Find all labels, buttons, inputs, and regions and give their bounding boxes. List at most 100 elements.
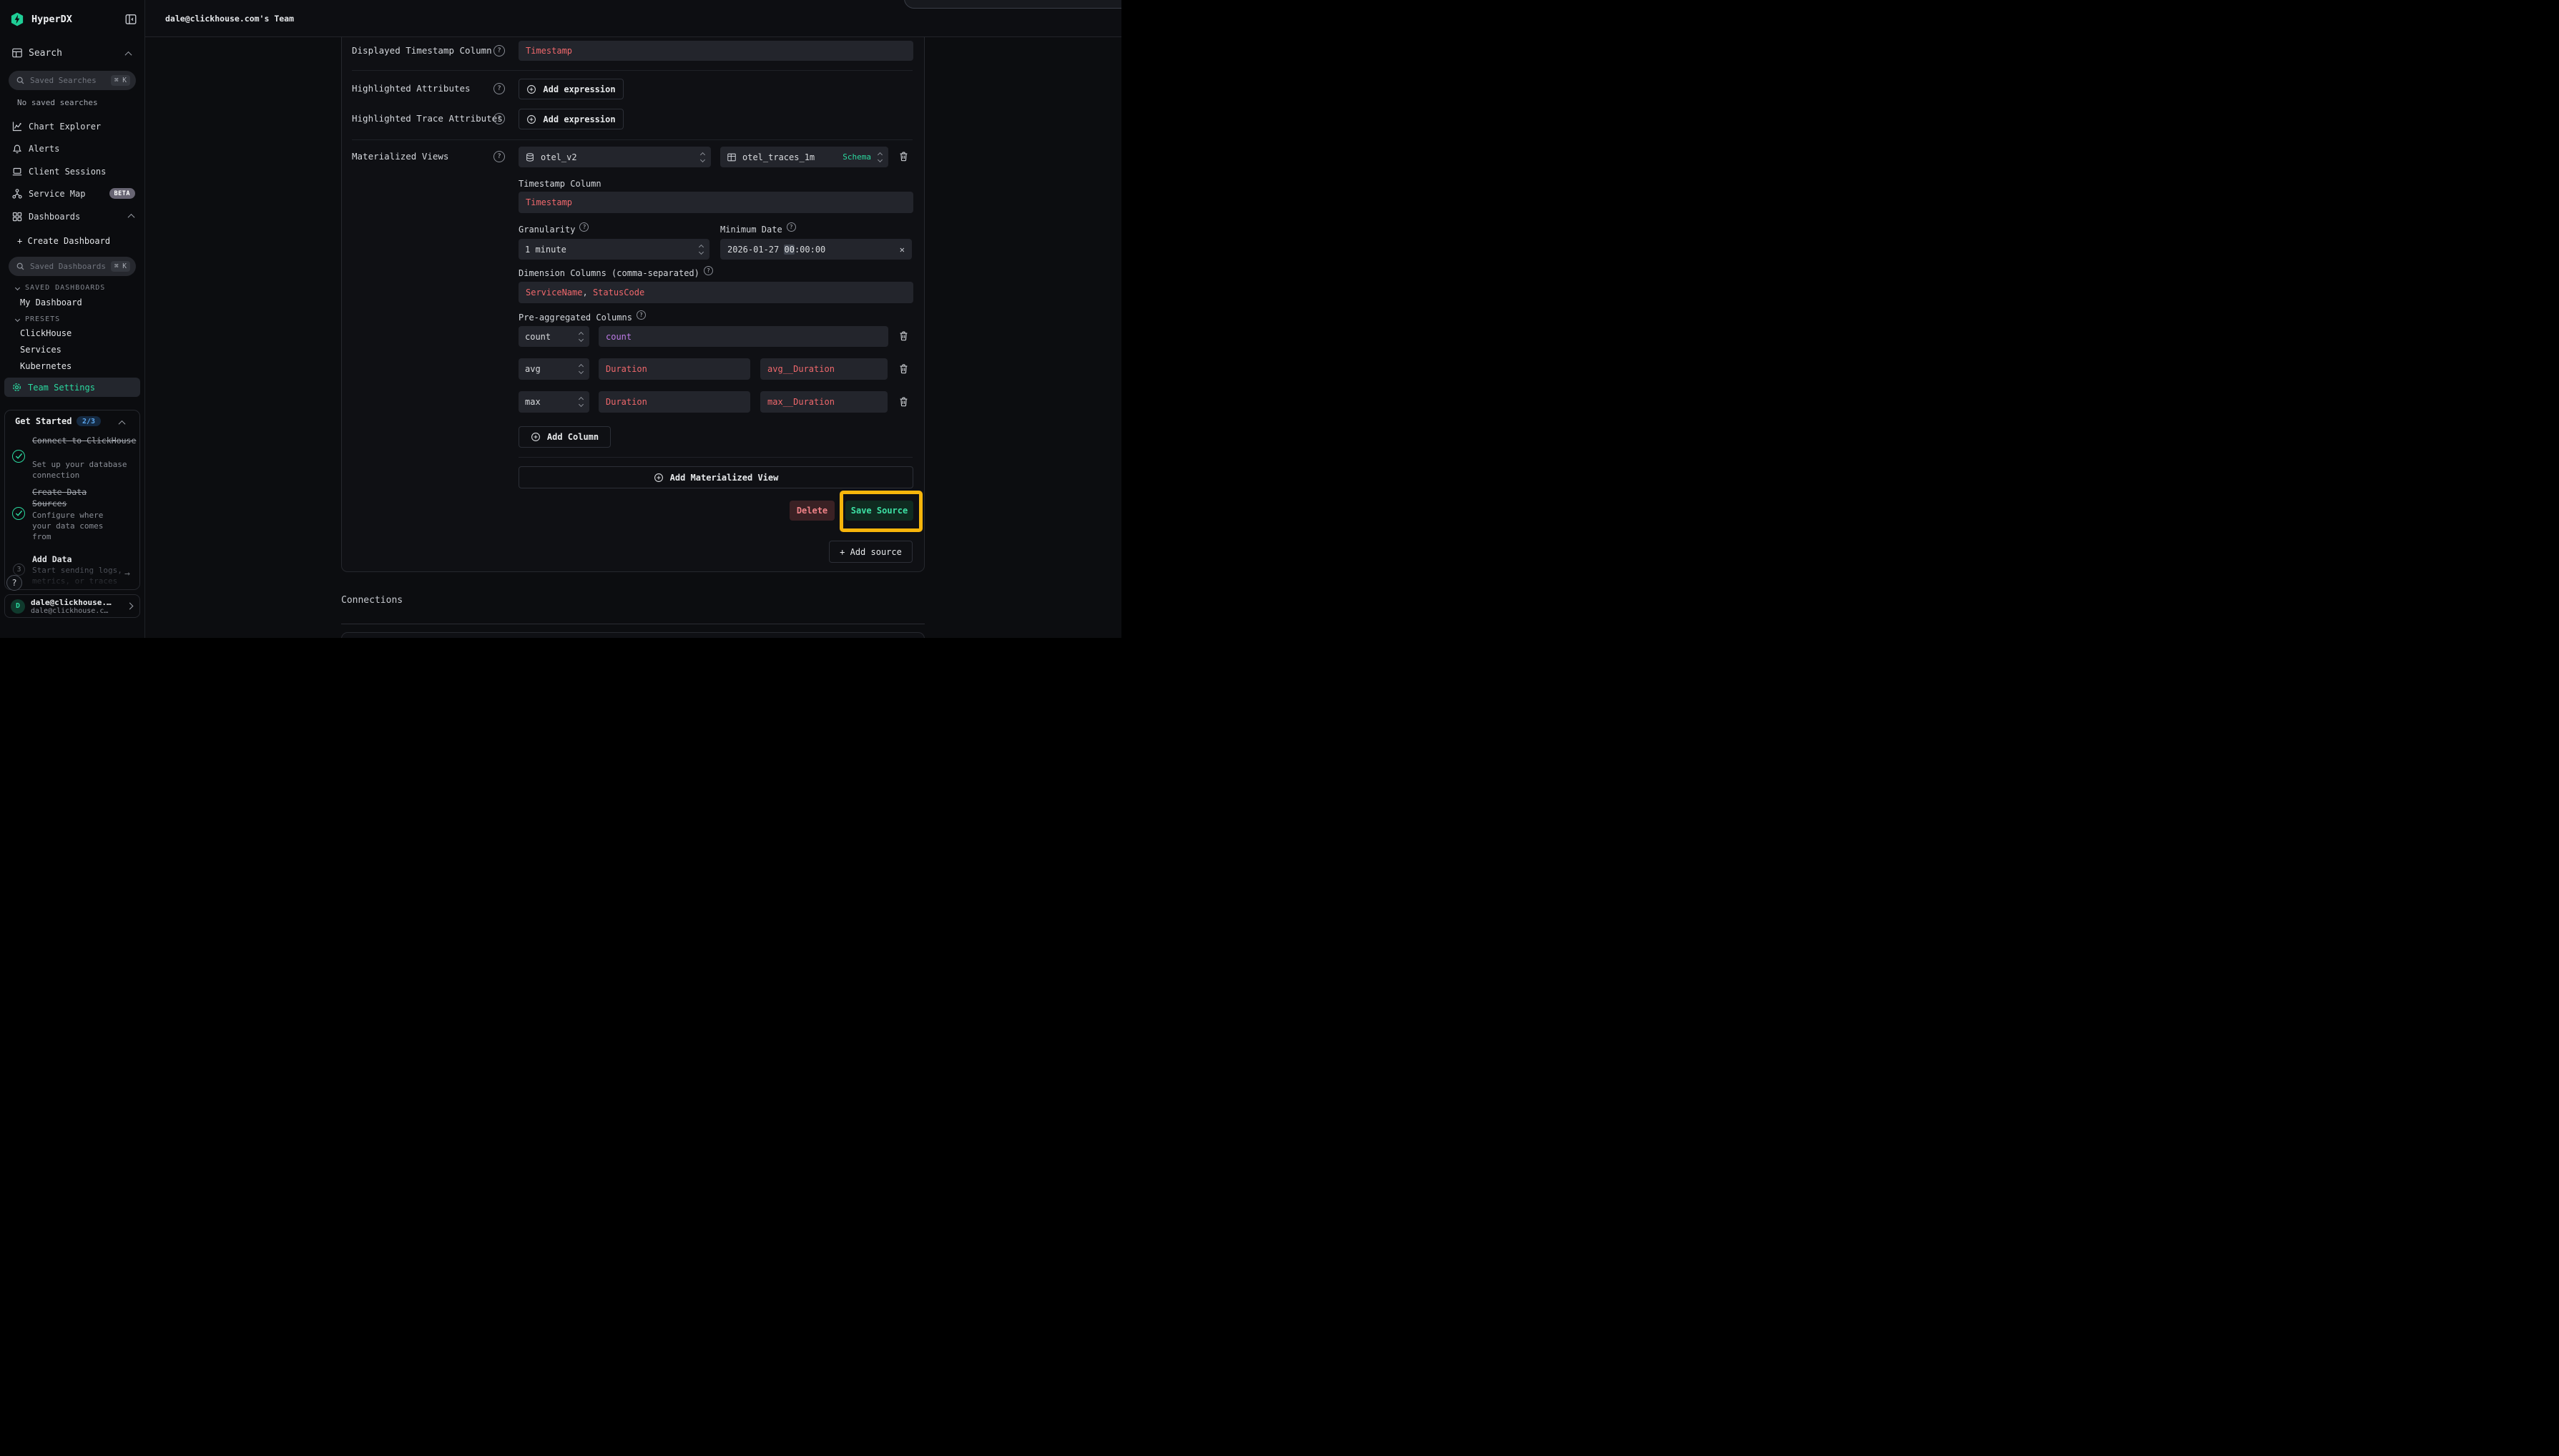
get-started-step-title[interactable]: Add Data xyxy=(32,554,138,565)
search-icon xyxy=(16,76,25,85)
chart-explorer-icon xyxy=(11,121,23,132)
hyperdx-app: HyperDX Search Saved Searches ⌘ K xyxy=(0,0,1121,638)
gear-icon xyxy=(11,382,22,393)
trash-icon[interactable] xyxy=(898,151,909,162)
presets-section[interactable]: PRESETS xyxy=(16,315,60,323)
minimum-date-label: Minimum Date xyxy=(720,224,796,235)
bell-icon xyxy=(11,143,23,154)
get-started-card: Get Started 2/3 Connect to ClickHouse Se… xyxy=(4,410,140,590)
get-started-step-title[interactable]: Create Data Sources xyxy=(32,486,107,509)
sidebar-item-alerts[interactable]: Alerts xyxy=(0,137,145,159)
sidebar-item-chart-explorer[interactable]: Chart Explorer xyxy=(0,115,145,137)
search-icon xyxy=(16,262,25,271)
shortcut-badge: ⌘ K xyxy=(111,75,130,86)
minimum-date-input[interactable]: 2026-01-27 00:00:00 xyxy=(720,239,912,260)
sidebar-item-dashboards[interactable]: Dashboards xyxy=(0,205,145,227)
chevron-right-icon xyxy=(127,603,134,610)
dashboards-grid-icon xyxy=(11,211,23,222)
granularity-select[interactable]: 1 minute xyxy=(519,239,709,260)
timestamp-column-input[interactable]: Timestamp xyxy=(519,192,913,213)
add-source-button[interactable]: + Add source xyxy=(829,541,913,563)
add-expression-button[interactable]: Add expression xyxy=(519,79,624,99)
saved-dashboards-input[interactable]: Saved Dashboards ⌘ K xyxy=(9,257,136,276)
collapse-sidebar-icon[interactable] xyxy=(124,13,137,26)
sidebar-item-my-dashboard[interactable]: My Dashboard xyxy=(20,297,82,308)
chevron-up-icon[interactable] xyxy=(119,420,126,428)
user-name: dale@clickhouse.… xyxy=(31,598,122,607)
sidebar-item-service-map[interactable]: Service Map BETA xyxy=(0,182,145,205)
shortcut-badge: ⌘ K xyxy=(111,261,130,272)
aggregation-alias-input[interactable]: max__Duration xyxy=(760,391,888,413)
table-select[interactable]: otel_traces_1m Schema xyxy=(720,147,888,167)
granularity-label: Granularity xyxy=(519,224,589,235)
add-materialized-view-button[interactable]: Add Materialized View xyxy=(519,466,913,488)
dimension-columns-label: Dimension Columns (comma-separated) xyxy=(519,267,713,279)
caret-down-icon xyxy=(15,317,20,322)
add-expression-button[interactable]: Add expression xyxy=(519,109,624,129)
help-circle-icon[interactable] xyxy=(579,222,589,232)
arrow-right-icon: → xyxy=(124,569,130,579)
sidebar-item-services[interactable]: Services xyxy=(20,345,62,355)
check-circle-icon xyxy=(12,450,25,463)
laptop-icon xyxy=(11,166,23,177)
date-hour-segment[interactable]: 00 xyxy=(784,245,794,255)
aggregation-expr-input[interactable]: count xyxy=(599,326,888,347)
schema-link[interactable]: Schema xyxy=(843,152,871,162)
aggregation-fn-select[interactable]: max xyxy=(519,391,589,413)
aggregation-expr-input[interactable]: Duration xyxy=(599,358,750,380)
help-button[interactable]: ? xyxy=(6,575,22,591)
get-started-title: Get Started xyxy=(15,416,72,426)
caret-down-icon xyxy=(15,285,20,290)
divider xyxy=(352,70,913,71)
saved-dashboards-placeholder: Saved Dashboards xyxy=(30,262,106,271)
help-circle-icon[interactable] xyxy=(493,83,505,94)
plus-circle-icon xyxy=(526,84,536,94)
sidebar-item-client-sessions[interactable]: Client Sessions xyxy=(0,160,145,182)
user-email: dale@clickhouse.c… xyxy=(31,607,122,615)
trash-icon[interactable] xyxy=(898,330,909,342)
trash-icon[interactable] xyxy=(898,396,909,408)
aggregation-expr-input[interactable]: Duration xyxy=(599,391,750,413)
sidebar-item-kubernetes[interactable]: Kubernetes xyxy=(20,361,72,371)
aggregation-fn-select[interactable]: avg xyxy=(519,358,589,380)
dimension-columns-input[interactable]: ServiceName, StatusCode xyxy=(519,282,913,303)
database-select[interactable]: otel_v2 xyxy=(519,147,711,167)
user-account-card[interactable]: D dale@clickhouse.… dale@clickhouse.c… xyxy=(4,594,140,618)
check-circle-icon xyxy=(12,507,25,520)
get-started-step-title[interactable]: Connect to ClickHouse xyxy=(32,435,138,446)
help-circle-icon[interactable] xyxy=(493,45,505,56)
help-circle-icon[interactable] xyxy=(704,266,713,275)
trash-icon[interactable] xyxy=(898,363,909,375)
divider xyxy=(519,457,913,458)
database-icon xyxy=(525,152,535,162)
highlighted-attributes-label: Highlighted Attributes xyxy=(352,83,471,94)
help-circle-icon[interactable] xyxy=(493,113,505,124)
select-chevrons-icon xyxy=(579,398,583,406)
clear-date-icon[interactable] xyxy=(900,245,905,255)
help-circle-icon[interactable] xyxy=(493,151,505,162)
chevron-up-icon[interactable] xyxy=(125,51,132,59)
table-icon xyxy=(727,152,737,162)
beta-badge: BETA xyxy=(109,188,135,199)
select-chevrons-icon xyxy=(699,245,703,254)
divider xyxy=(352,139,913,140)
aggregation-fn-select[interactable]: count xyxy=(519,326,589,347)
sidebar-item-clickhouse[interactable]: ClickHouse xyxy=(20,328,72,338)
add-column-button[interactable]: Add Column xyxy=(519,426,611,448)
saved-searches-placeholder: Saved Searches xyxy=(30,76,106,85)
aggregation-alias-input[interactable]: avg__Duration xyxy=(760,358,888,380)
help-circle-icon[interactable] xyxy=(637,310,646,320)
help-circle-icon[interactable] xyxy=(787,222,796,232)
sidebar-item-team-settings[interactable]: Team Settings xyxy=(4,378,140,397)
sidebar-item-search[interactable]: Search xyxy=(29,48,62,59)
plus-circle-icon xyxy=(531,432,541,442)
create-dashboard-button[interactable]: + Create Dashboard xyxy=(17,236,110,246)
displayed-timestamp-input[interactable]: Timestamp xyxy=(519,41,913,61)
saved-dashboards-section[interactable]: SAVED DASHBOARDS xyxy=(16,284,105,292)
get-started-step-desc: Set up your database connection xyxy=(32,459,138,481)
highlighted-trace-attributes-label: Highlighted Trace Attributes xyxy=(352,113,503,124)
delete-button[interactable]: Delete xyxy=(790,501,835,521)
save-source-button[interactable]: Save Source xyxy=(845,501,913,521)
saved-searches-input[interactable]: Saved Searches ⌘ K xyxy=(9,71,136,90)
get-started-step-desc: Configure where your data comes from xyxy=(32,510,122,542)
